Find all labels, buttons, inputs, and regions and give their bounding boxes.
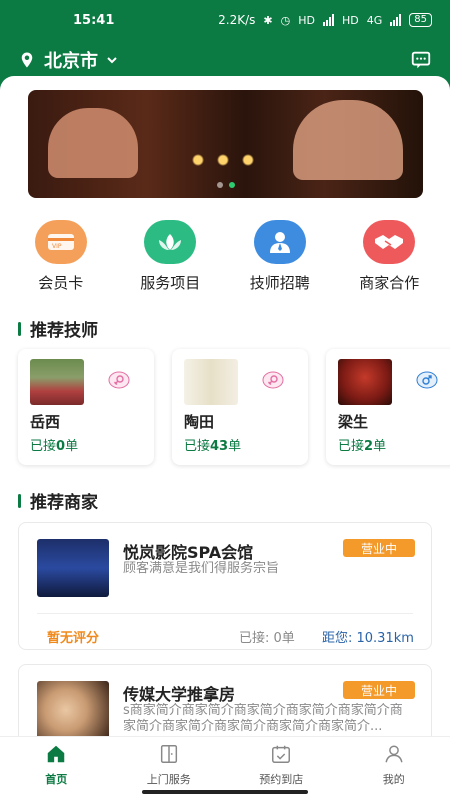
menu-item-partnership[interactable]: 商家合作 [339,220,439,300]
status-bar: 15:41 2.2K/s ✱ ◷ HD HD 4G 85 [0,0,450,40]
technician-orders: 已接2单 [338,439,387,454]
signal-icon [322,14,334,26]
city-selector[interactable]: 北京市 [44,47,98,73]
technician-orders: 已接0单 [30,439,79,454]
quick-menu: VIP 会员卡 服务项目 技师招聘 商家合作 [0,220,450,300]
merchant-name: 传媒大学推拿房 [123,685,236,704]
section-title-technicians: 推荐技师 [18,316,98,341]
hd-badge-1: HD [298,13,315,27]
lotus-icon [144,220,197,264]
message-icon[interactable] [410,49,432,71]
section-accent-bar [18,321,21,336]
menu-item-membership-card[interactable]: VIP 会员卡 [11,220,111,300]
location-bar: 北京市 [0,40,450,80]
section-accent-bar [18,493,21,508]
merchant-card[interactable]: 悦岚影院SPA会馆 营业中 顾客满意是我们得服务宗旨 暂无评分 已接: 0单 距… [18,522,432,650]
menu-label: 商家合作 [359,274,420,292]
technician-card[interactable]: 梁生 已接2单 [326,349,450,465]
door-icon [160,745,177,763]
menu-item-recruitment[interactable]: 技师招聘 [230,220,330,300]
banner-dot[interactable] [216,182,223,188]
chevron-down-icon[interactable] [106,54,118,66]
tab-home[interactable]: 首页 [0,737,113,800]
technician-name: 陶田 [184,413,215,431]
technician-card[interactable]: 陶田 已接43单 [172,349,308,465]
promo-banner[interactable] [28,90,423,198]
tab-profile[interactable]: 我的 [338,737,450,800]
merchant-name: 悦岚影院SPA会馆 [123,543,254,562]
svg-text:VIP: VIP [52,243,62,250]
merchant-distance: 距您: 10.31km [322,631,414,646]
technician-name: 岳西 [30,413,61,431]
network-speed: 2.2K/s [218,13,256,27]
section-title-text: 推荐技师 [30,321,98,341]
card-icon: VIP [34,220,87,264]
technician-orders: 已接43单 [184,439,242,454]
merchant-description: 顾客满意是我们得服务宗旨 [123,561,280,576]
main-content: VIP 会员卡 服务项目 技师招聘 商家合作 推荐技师 岳西 已接0单 陶田 已… [0,76,450,800]
technician-photo [338,359,392,405]
calendar-check-icon [272,745,291,763]
signal-icon-2 [390,14,402,26]
menu-item-services[interactable]: 服务项目 [120,220,220,300]
section-title-merchants: 推荐商家 [18,488,98,513]
technician-photo [30,359,84,405]
banner-figure-left [48,108,138,178]
merchant-rating: 暂无评分 [47,631,100,646]
technician-photo [184,359,238,405]
staff-icon [253,220,306,264]
user-icon [385,745,403,763]
tab-label: 首页 [45,773,68,786]
female-icon [262,371,284,389]
menu-label: 会员卡 [38,274,84,292]
banner-pagination [28,182,423,188]
female-icon [108,371,130,389]
status-time: 15:41 [73,12,115,28]
divider [37,613,413,614]
status-badge: 营业中 [343,681,415,699]
technician-card[interactable]: 岳西 已接0单 [18,349,154,465]
tab-label: 我的 [382,773,405,786]
merchant-photo [37,681,109,739]
merchant-orders: 已接: 0单 [239,631,295,646]
banner-dot-active[interactable] [228,182,235,188]
network-type: 4G [366,13,383,27]
menu-label: 技师招聘 [249,274,310,292]
menu-label: 服务项目 [140,274,201,292]
bluetooth-icon: ✱ [263,13,273,27]
merchant-photo [37,539,109,597]
status-badge: 营业中 [343,539,415,557]
technician-name: 梁生 [338,413,369,431]
status-indicators: 2.2K/s ✱ ◷ HD HD 4G 85 [218,13,432,27]
map-pin-icon[interactable] [18,51,36,69]
battery-indicator: 85 [409,13,432,27]
handshake-icon [363,220,416,264]
male-icon [416,371,438,389]
hd-badge-2: HD [341,13,359,27]
tab-label: 预约到店 [259,773,304,786]
home-icon [48,745,65,763]
alarm-icon: ◷ [280,13,291,27]
banner-candles [188,152,258,168]
tab-label: 上门服务 [146,773,191,786]
section-title-text: 推荐商家 [30,493,98,513]
technician-list: 岳西 已接0单 陶田 已接43单 梁生 已接2单 [18,349,450,467]
banner-figure-right [293,100,403,180]
home-indicator[interactable] [142,790,308,794]
